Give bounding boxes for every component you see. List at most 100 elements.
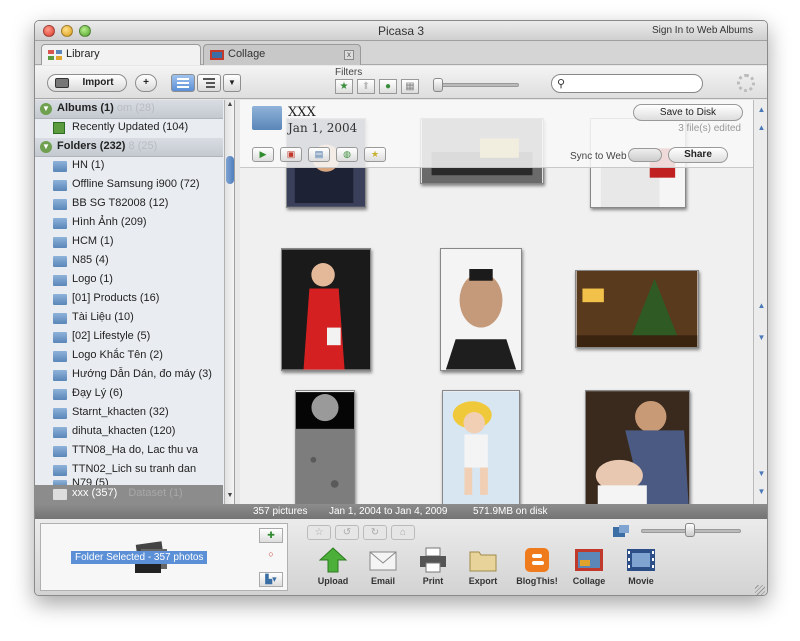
star-folder-button[interactable]: ★ — [364, 147, 386, 162]
disclosure-icon: ▼ — [40, 141, 52, 153]
envelope-icon — [369, 551, 397, 571]
sync-to-web-toggle[interactable] — [628, 148, 662, 162]
folder-label: Hướng Dẫn Dán, đo máy (3) — [72, 368, 212, 380]
sign-in-link[interactable]: Sign In to Web Albums — [652, 25, 753, 36]
scroll-up-icon[interactable]: ▲ — [756, 104, 767, 115]
folder-label: dihuta_khacten (120) — [72, 425, 176, 437]
folder-item[interactable]: dihuta_khacten (120) — [35, 423, 223, 442]
folder-icon — [53, 275, 67, 286]
clear-tray-button[interactable]: ○ — [259, 548, 283, 563]
movie-button[interactable]: Movie — [617, 547, 665, 586]
thumbnail-size-knob[interactable] — [685, 523, 695, 537]
star-icon: ★ — [339, 81, 349, 92]
photo-grid-scrollbar[interactable]: ▲ ▲ ▲ ▼ ▼ ▼ — [753, 100, 767, 504]
scroll-up-icon[interactable]: ▲ — [225, 101, 234, 111]
tag-button[interactable]: ⌂ — [391, 525, 415, 540]
folder-icon — [53, 237, 67, 248]
album-date[interactable]: Jan 1, 2004 — [288, 121, 357, 135]
folder-label: Logo (1) — [72, 273, 113, 285]
album-title[interactable]: XXX — [288, 105, 316, 120]
folder-item[interactable]: Logo Khắc Tên (2) — [35, 347, 223, 366]
save-to-disk-button[interactable]: Save to Disk — [633, 104, 743, 121]
folder-item[interactable]: Starnt_khacten (32) — [35, 404, 223, 423]
movie-from-folder-button[interactable]: ▤ — [308, 147, 330, 162]
folder-item[interactable]: Hình Ảnh (209) — [35, 214, 223, 233]
folder-item[interactable]: Tài Liệu (10) — [35, 309, 223, 328]
tab-collage[interactable]: Collage x — [203, 44, 361, 65]
tab-library[interactable]: Library — [41, 44, 201, 65]
folder-icon — [53, 294, 67, 305]
collage-from-folder-button[interactable]: ▣ — [280, 147, 302, 162]
people-filter-button[interactable]: ● — [379, 79, 397, 94]
photo-thumbnail[interactable] — [585, 390, 690, 504]
folder-item[interactable]: N85 (4) — [35, 252, 223, 271]
rotate-right-button[interactable]: ↻ — [363, 525, 387, 540]
slideshow-button[interactable]: ▶ — [252, 147, 274, 162]
geotag-button[interactable]: ◍ — [336, 147, 358, 162]
blogthis-button[interactable]: BlogThis! — [513, 547, 561, 586]
folder-item[interactable]: TTN08_Ha do, Lac thu va — [35, 442, 223, 461]
add-to-album-dropdown[interactable]: ▙▾ — [259, 572, 283, 587]
folder-icon — [53, 256, 67, 267]
resize-grip-icon[interactable] — [755, 585, 765, 595]
scroll-down-icon[interactable]: ▼ — [756, 486, 767, 497]
folder-item[interactable]: BB SG T82008 (12) — [35, 195, 223, 214]
tab-close-icon[interactable]: x — [344, 50, 354, 60]
sync-to-web-label: Sync to Web — [570, 151, 627, 162]
collage-button[interactable]: Collage — [565, 547, 613, 586]
albums-ghost-text: om (28) — [116, 102, 155, 114]
upload-button[interactable]: Upload — [309, 547, 357, 586]
date-filter-slider[interactable] — [433, 83, 519, 87]
globe-icon: ◍ — [343, 149, 351, 159]
folder-icon — [53, 161, 67, 172]
photo-thumbnail[interactable] — [295, 390, 355, 504]
folder-label: Tài Liệu (10) — [72, 311, 134, 323]
video-filter-button[interactable]: ▦ — [401, 79, 419, 94]
film-icon: ▤ — [314, 149, 324, 159]
scroll-up-icon[interactable]: ▲ — [756, 300, 767, 311]
folder-item[interactable]: Hướng Dẫn Dán, đo máy (3) — [35, 366, 223, 385]
upload-filter-button[interactable]: ⬆ — [357, 79, 375, 94]
view-options-dropdown[interactable]: ▼ — [223, 74, 241, 92]
collage-icon — [575, 549, 603, 571]
scroll-down-icon[interactable]: ▼ — [756, 332, 767, 343]
photo-thumbnail[interactable] — [281, 248, 371, 371]
albums-section-header[interactable]: ▼ Albums (1) om (28) — [35, 100, 223, 119]
add-to-album-button[interactable]: + — [135, 74, 157, 92]
photo-thumbnail[interactable] — [442, 390, 520, 504]
star-filter-button[interactable]: ★ — [335, 79, 353, 94]
folder-item[interactable]: HCM (1) — [35, 233, 223, 252]
scroll-down-icon[interactable]: ▼ — [225, 492, 234, 502]
tree-view-button[interactable] — [197, 74, 221, 92]
share-button[interactable]: Share — [668, 147, 728, 163]
folder-item[interactable]: Đạy Lý (6) — [35, 385, 223, 404]
folder-item[interactable]: [02] Lifestyle (5) — [35, 328, 223, 347]
sidebar-scrollbar[interactable]: ▲ ▼ — [224, 100, 234, 504]
tab-collage-label: Collage — [228, 48, 266, 60]
email-button[interactable]: Email — [359, 547, 407, 586]
search-input[interactable] — [570, 77, 696, 90]
scroll-up-icon[interactable]: ▲ — [756, 122, 767, 133]
export-button[interactable]: Export — [459, 547, 507, 586]
folder-item[interactable]: [01] Products (16) — [35, 290, 223, 309]
sidebar-scroll-thumb[interactable] — [226, 156, 234, 184]
photo-thumbnail[interactable] — [440, 248, 522, 371]
scroll-down-icon[interactable]: ▼ — [756, 468, 767, 479]
hold-pin-button[interactable]: ✚ — [259, 528, 283, 543]
search-field[interactable]: ⚲ — [551, 74, 703, 93]
date-filter-knob[interactable] — [433, 78, 443, 92]
rotate-left-button[interactable]: ↺ — [335, 525, 359, 540]
print-button[interactable]: Print — [409, 547, 457, 586]
star-button[interactable]: ☆ — [307, 525, 331, 540]
photo-thumbnail[interactable] — [575, 270, 699, 348]
folder-item[interactable]: HN (1) — [35, 157, 223, 176]
photo-tray[interactable]: Folder Selected - 357 photos ✚ ○ ▙▾ — [40, 523, 288, 591]
folders-section-header[interactable]: ▼ Folders (232) 8 (25) — [35, 138, 223, 157]
folder-item[interactable]: Logo (1) — [35, 271, 223, 290]
import-button[interactable]: Import — [47, 74, 127, 92]
folder-item-selected[interactable]: xxx (357) Dataset (1) — [35, 485, 223, 504]
flat-view-button[interactable] — [171, 74, 195, 92]
printer-icon — [420, 547, 446, 573]
album-recently-updated[interactable]: Recently Updated (104) — [35, 119, 223, 138]
folder-item[interactable]: Offline Samsung i900 (72) — [35, 176, 223, 195]
